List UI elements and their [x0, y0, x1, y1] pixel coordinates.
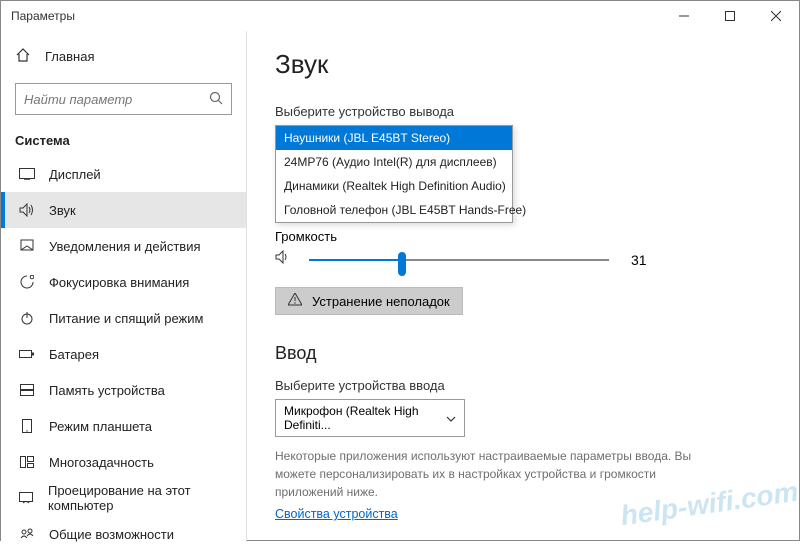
- sidebar-item-label: Батарея: [49, 347, 99, 362]
- multitasking-icon: [19, 456, 35, 468]
- sidebar-item-label: Дисплей: [49, 167, 101, 182]
- sidebar: Главная Найти параметр Система Дисплей З…: [1, 31, 247, 542]
- search-placeholder: Найти параметр: [24, 92, 132, 107]
- output-device-listbox[interactable]: Наушники (JBL E45BT Stereo) 24MP76 (Ауди…: [275, 125, 513, 223]
- sound-icon: [19, 203, 35, 217]
- focus-icon: [19, 275, 35, 289]
- sidebar-item-label: Общие возможности: [49, 527, 174, 542]
- power-icon: [19, 311, 35, 325]
- sidebar-item-label: Память устройства: [49, 383, 165, 398]
- page-title: Звук: [275, 49, 771, 80]
- sidebar-item-shared[interactable]: Общие возможности: [1, 516, 246, 552]
- sidebar-item-projecting[interactable]: Проецирование на этот компьютер: [1, 480, 246, 516]
- sidebar-item-label: Режим планшета: [49, 419, 152, 434]
- output-device-label: Выберите устройство вывода: [275, 104, 771, 119]
- input-device-dropdown[interactable]: Микрофон (Realtek High Definiti...: [275, 399, 465, 437]
- sidebar-item-label: Уведомления и действия: [49, 239, 201, 254]
- sidebar-item-display[interactable]: Дисплей: [1, 156, 246, 192]
- sidebar-section-title: Система: [1, 119, 246, 156]
- sidebar-item-sound[interactable]: Звук: [1, 192, 246, 228]
- titlebar: Параметры: [1, 1, 799, 31]
- minimize-button[interactable]: [661, 1, 707, 31]
- troubleshoot-button[interactable]: Устранение неполадок: [275, 287, 463, 315]
- volume-slider[interactable]: [309, 259, 609, 261]
- battery-icon: [19, 349, 35, 359]
- output-option-2[interactable]: Динамики (Realtek High Definition Audio): [276, 174, 512, 198]
- sidebar-item-multitasking[interactable]: Многозадачность: [1, 444, 246, 480]
- tablet-icon: [19, 419, 35, 433]
- sidebar-item-label: Главная: [45, 49, 94, 64]
- notifications-icon: [19, 239, 35, 253]
- window-title: Параметры: [11, 9, 75, 23]
- warning-icon: [288, 293, 302, 309]
- content-area: Звук Выберите устройство вывода Наушники…: [247, 31, 799, 540]
- close-button[interactable]: [753, 1, 799, 31]
- sidebar-item-label: Проецирование на этот компьютер: [48, 483, 246, 513]
- sidebar-item-storage[interactable]: Память устройства: [1, 372, 246, 408]
- sidebar-item-label: Звук: [49, 203, 76, 218]
- output-option-1[interactable]: 24MP76 (Аудио Intel(R) для дисплеев): [276, 150, 512, 174]
- output-option-3[interactable]: Головной телефон (JBL E45BT Hands-Free): [276, 198, 512, 222]
- maximize-button[interactable]: [707, 1, 753, 31]
- sidebar-item-battery[interactable]: Батарея: [1, 336, 246, 372]
- search-input[interactable]: Найти параметр: [15, 83, 232, 115]
- sidebar-item-notifications[interactable]: Уведомления и действия: [1, 228, 246, 264]
- sidebar-item-home[interactable]: Главная: [1, 37, 246, 75]
- input-description: Некоторые приложения используют настраив…: [275, 447, 695, 501]
- troubleshoot-label: Устранение неполадок: [312, 294, 450, 309]
- device-properties-link[interactable]: Свойства устройства: [275, 507, 398, 521]
- sidebar-item-power[interactable]: Питание и спящий режим: [1, 300, 246, 336]
- sidebar-item-focus[interactable]: Фокусировка внимания: [1, 264, 246, 300]
- input-device-label: Выберите устройства ввода: [275, 378, 771, 393]
- input-heading: Ввод: [275, 343, 771, 364]
- chevron-down-icon: [446, 411, 456, 425]
- sidebar-item-label: Многозадачность: [49, 455, 154, 470]
- sidebar-item-tablet[interactable]: Режим планшета: [1, 408, 246, 444]
- speaker-icon: [275, 250, 291, 269]
- output-option-0[interactable]: Наушники (JBL E45BT Stereo): [276, 126, 512, 150]
- sidebar-item-label: Фокусировка внимания: [49, 275, 189, 290]
- storage-icon: [19, 384, 35, 396]
- projecting-icon: [19, 492, 34, 504]
- shared-icon: [19, 528, 35, 540]
- display-icon: [19, 168, 35, 180]
- sidebar-item-label: Питание и спящий режим: [49, 311, 203, 326]
- home-icon: [15, 47, 31, 66]
- volume-label: Громкость: [275, 229, 771, 244]
- volume-value: 31: [631, 252, 647, 268]
- input-selected-value: Микрофон (Realtek High Definiti...: [284, 404, 446, 432]
- search-icon: [209, 91, 223, 108]
